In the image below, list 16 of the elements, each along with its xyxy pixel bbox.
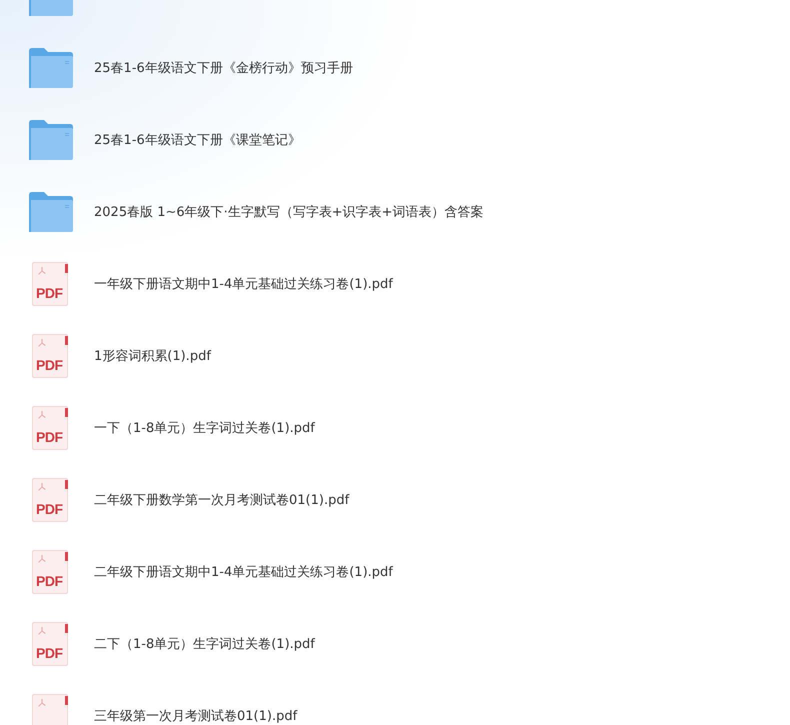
pdf-file-icon: PDF	[32, 550, 68, 594]
file-name[interactable]: 2025春版 1~6年级下·生字默写（写字表+识字表+词语表）含答案	[94, 206, 484, 218]
file-name[interactable]: 1形容词积累(1).pdf	[94, 350, 211, 362]
pdf-file-icon: PDF	[32, 262, 68, 306]
pdf-file-icon: PDF	[32, 334, 68, 378]
pdf-file-icon: PDF	[32, 478, 68, 522]
pdf-file-icon: PDF	[32, 622, 68, 666]
file-name[interactable]: 二年级下册数学第一次月考测试卷01(1).pdf	[94, 494, 350, 506]
file-name[interactable]: 一下（1-8单元）生字词过关卷(1).pdf	[94, 422, 315, 434]
pdf-file-icon: PDF	[32, 406, 68, 450]
file-name[interactable]: 25春1-6年级语文下册《金榜行动》预习手册	[94, 62, 353, 74]
file-name[interactable]: 一年级下册语文期中1-4单元基础过关练习卷(1).pdf	[94, 278, 393, 290]
file-name[interactable]: 三年级第一次月考测试卷01(1).pdf	[94, 710, 298, 722]
file-name[interactable]: 25春1-6年级语文下册《课堂笔记》	[94, 134, 301, 146]
file-name[interactable]: 二下（1-8单元）生字词过关卷(1).pdf	[94, 638, 315, 650]
file-name[interactable]: 二年级下册语文期中1-4单元基础过关练习卷(1).pdf	[94, 566, 393, 578]
